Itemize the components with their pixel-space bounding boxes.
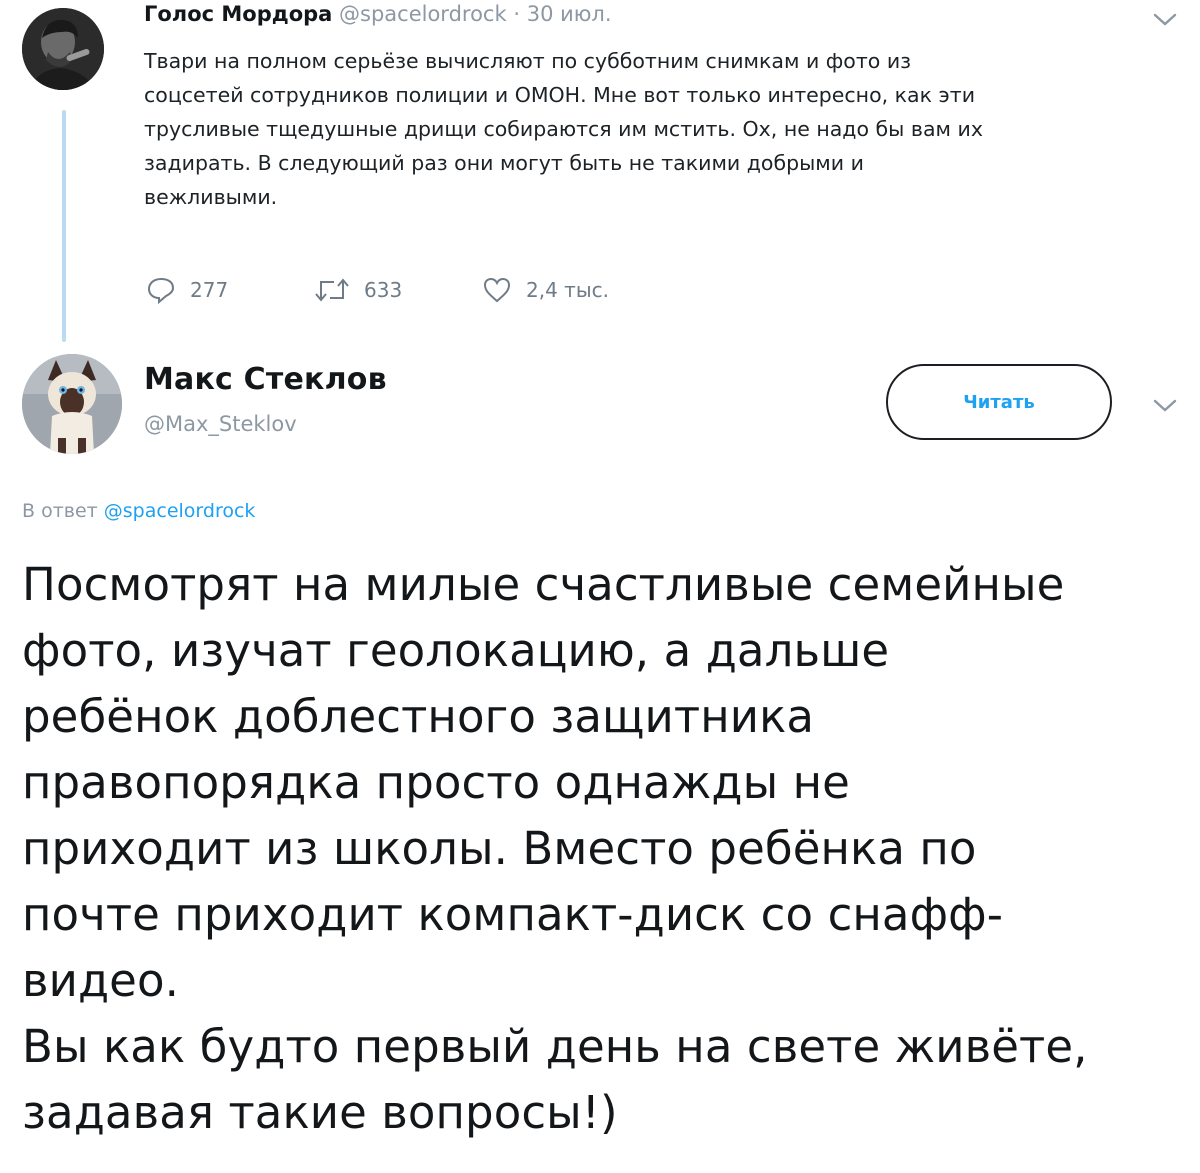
tweet-text-line: Вы как будто первый день на свете живёте… (22, 1020, 1088, 1073)
retweet-icon (314, 277, 350, 303)
tweet-text-line: трусливые тщедушные дрищи собираются им … (144, 117, 983, 141)
separator: · (513, 2, 521, 26)
reply-tweet-text: Посмотрят на милые счастливые семейные ф… (22, 552, 1192, 1146)
chevron-down-icon[interactable] (1152, 398, 1178, 418)
tweet-text-line: почте приходит компакт-диск со снафф- (22, 888, 1004, 941)
thread-connector-line (62, 110, 66, 342)
reply-handle-link[interactable]: @spacelordrock (104, 500, 256, 522)
retweet-action[interactable]: 633 (314, 274, 402, 306)
reply-action[interactable]: 277 (146, 274, 228, 306)
avatar[interactable] (22, 354, 122, 454)
tweet-text-line: соцсетей сотрудников полиции и ОМОН. Мне… (144, 83, 976, 107)
like-count: 2,4 тыс. (526, 278, 609, 302)
tweet-text-line: вежливыми. (144, 185, 278, 209)
chevron-down-icon[interactable] (1152, 12, 1178, 32)
reply-context: В ответ @spacelordrock (22, 500, 255, 522)
tweet-text-line: Твари на полном серьёзе вычисляют по суб… (144, 49, 912, 73)
parent-tweet-header: Голос Мордора @spacelordrock · 30 июл. (144, 2, 612, 26)
avatar[interactable] (22, 8, 104, 90)
follow-button[interactable]: Читать (886, 364, 1112, 440)
follow-button-label: Читать (963, 391, 1035, 413)
reply-prefix: В ответ (22, 500, 98, 522)
handle[interactable]: @Max_Steklov (144, 412, 297, 436)
tweet-date[interactable]: 30 июл. (527, 2, 612, 26)
handle[interactable]: @spacelordrock (339, 2, 507, 26)
tweet-text-line: Посмотрят на милые счастливые семейные (22, 558, 1065, 611)
tweet-text-line: видео. (22, 954, 180, 1007)
reply-icon (146, 276, 176, 304)
like-icon (482, 276, 512, 304)
tweet-text-line: правопорядка просто однажды не (22, 756, 850, 809)
display-name[interactable]: Макс Стеклов (144, 362, 387, 397)
tweet-text-line: фото, изучат геолокацию, а дальше (22, 624, 890, 677)
tweet-text-line: задирать. В следующий раз они могут быть… (144, 151, 864, 175)
tweet-text-line: ребёнок доблестного защитника (22, 690, 815, 743)
reply-count: 277 (190, 278, 229, 302)
parent-tweet-text: Твари на полном серьёзе вычисляют по суб… (144, 44, 1184, 214)
tweet-text-line: приходит из школы. Вместо ребёнка по (22, 822, 977, 875)
display-name[interactable]: Голос Мордора (144, 2, 332, 26)
retweet-count: 633 (364, 278, 403, 302)
tweet-text-line: задавая такие вопросы!) (22, 1086, 618, 1139)
like-action[interactable]: 2,4 тыс. (482, 274, 609, 306)
